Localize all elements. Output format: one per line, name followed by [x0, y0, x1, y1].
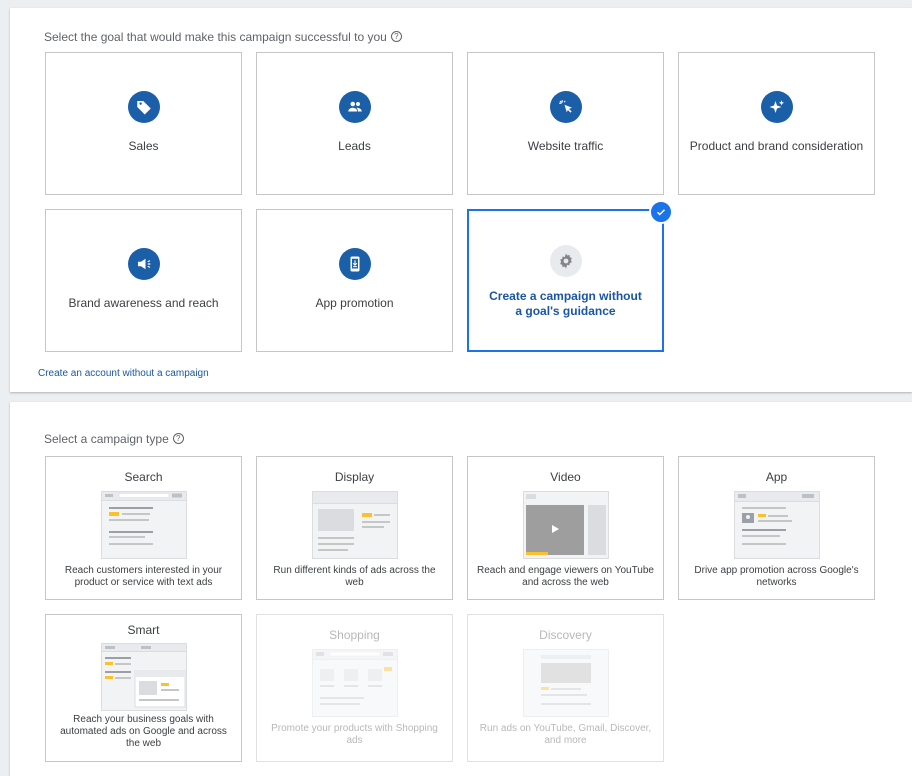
goal-card-leads[interactable]: Leads: [256, 52, 453, 195]
campaign-type-description: Reach and engage viewers on YouTube and …: [477, 565, 654, 588]
goal-label: Website traffic: [527, 139, 604, 153]
app-preview-illustration: [733, 491, 820, 559]
goal-card-website-traffic[interactable]: Website traffic: [467, 52, 664, 195]
goal-label: App promotion: [315, 296, 394, 310]
campaign-type-shopping: Shopping Promote your products with Shop…: [256, 614, 453, 762]
megaphone-icon: [127, 248, 160, 280]
campaign-type-description: Promote your products with Shopping ads: [271, 723, 438, 746]
campaign-type-title: Shopping: [329, 628, 380, 642]
checkmark-icon: [649, 200, 673, 224]
campaign-type-panel: Select a campaign type? Search Reach cus…: [10, 402, 912, 776]
goal-label: Leads: [338, 139, 371, 153]
goal-label: Sales: [128, 139, 159, 153]
campaign-type-title: Video: [550, 470, 581, 484]
help-icon[interactable]: ?: [172, 433, 184, 444]
phone-download-icon: [338, 248, 371, 280]
campaign-type-description: Run different kinds of ads across the we…: [273, 565, 436, 588]
campaign-type-app[interactable]: App Drive app promotion across Google's …: [678, 456, 875, 600]
campaign-type-video[interactable]: Video Reach and engage viewers on YouTub…: [467, 456, 664, 600]
smart-preview-illustration: [100, 643, 187, 711]
campaign-type-search[interactable]: Search Reach customers interested in you…: [45, 456, 242, 600]
campaign-type-discovery: Discovery Run ads on YouTube, Gmail, Dis…: [467, 614, 664, 762]
type-section-title: Select a campaign type?: [44, 432, 184, 446]
campaign-type-display[interactable]: Display Run different kinds of ads acros…: [256, 456, 453, 600]
campaign-type-description: Drive app promotion across Google's netw…: [694, 565, 859, 588]
display-preview-illustration: [311, 491, 398, 559]
goal-label: Brand awareness and reach: [68, 296, 219, 310]
campaign-type-title: Display: [334, 470, 375, 484]
goal-card-app-promotion[interactable]: App promotion: [256, 209, 453, 352]
campaign-type-smart[interactable]: Smart Reach your business goals with aut…: [45, 614, 242, 762]
goal-card-brand-awareness[interactable]: Brand awareness and reach: [45, 209, 242, 352]
campaign-type-title: Search: [124, 470, 163, 484]
search-preview-illustration: [100, 491, 187, 559]
campaign-type-description: Reach your business goals with automated…: [60, 714, 227, 749]
create-account-link[interactable]: Create an account without a campaign: [38, 368, 209, 379]
campaign-type-title: Smart: [127, 623, 160, 637]
goal-card-product-brand-consideration[interactable]: Product and brand consideration: [678, 52, 875, 195]
cursor-click-icon: [549, 91, 582, 123]
campaign-type-title: Discovery: [539, 628, 592, 642]
campaign-type-description: Run ads on YouTube, Gmail, Discover, and…: [479, 723, 652, 746]
campaign-type-title: App: [765, 470, 788, 484]
tag-icon: [127, 91, 160, 123]
goal-label: Product and brand consideration: [689, 139, 864, 153]
help-icon[interactable]: ?: [390, 31, 402, 42]
goal-card-sales[interactable]: Sales: [45, 52, 242, 195]
video-preview-illustration: [522, 491, 609, 559]
goal-section-title: Select the goal that would make this cam…: [44, 30, 402, 44]
goal-selection-panel: Select the goal that would make this cam…: [10, 8, 912, 392]
type-section-title-text: Select a campaign type: [44, 432, 169, 446]
gear-icon: [549, 245, 582, 277]
discovery-preview-illustration: [522, 649, 609, 717]
goal-section-title-text: Select the goal that would make this cam…: [44, 30, 387, 44]
goal-card-no-guidance[interactable]: Create a campaign without a goal's guida…: [467, 200, 673, 352]
shopping-preview-illustration: [311, 649, 398, 717]
sparkle-icon: [760, 91, 793, 123]
people-icon: [338, 91, 371, 123]
campaign-type-description: Reach customers interested in your produ…: [64, 565, 223, 588]
goal-label: Create a campaign without a goal's guida…: [489, 289, 642, 318]
